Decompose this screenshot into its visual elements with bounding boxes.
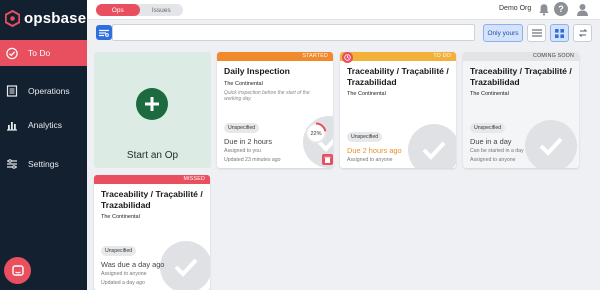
start-availability-text: Can be started in a day — [470, 148, 524, 154]
sidebar: opsbase To Do Operations Analytics Setti… — [0, 0, 87, 290]
status-bar: COMING SOON — [463, 52, 579, 61]
delete-button[interactable] — [322, 154, 333, 165]
sidebar-item-label: To Do — [28, 48, 51, 58]
check-circle-icon — [6, 47, 18, 59]
card-title: Daily Inspection — [224, 66, 290, 76]
card-description: Quick inspection before the start of the… — [224, 89, 310, 102]
sidebar-item-label: Analytics — [28, 120, 63, 130]
grid-view-button[interactable] — [550, 24, 569, 42]
plus-icon — [136, 88, 168, 120]
priority-badge: Unspecified — [470, 123, 506, 133]
top-bar: Ops Issues Demo Org ? — [87, 0, 600, 20]
card-location: The Continental — [101, 214, 140, 220]
trash-icon — [324, 156, 331, 163]
sidebar-item-todo[interactable]: To Do — [0, 40, 87, 66]
priority-badge: Unspecified — [224, 123, 260, 133]
bell-icon[interactable] — [538, 3, 550, 16]
status-bar: STARTED — [217, 52, 333, 61]
clock-icon — [342, 52, 353, 63]
updated-text: Updated a day ago — [101, 280, 145, 286]
sidebar-item-settings[interactable]: Settings — [0, 151, 87, 177]
only-yours-button[interactable]: Only yours — [483, 24, 523, 42]
hexagon-logo-icon — [5, 9, 20, 27]
help-icon[interactable]: ? — [554, 2, 568, 16]
chart-icon — [6, 119, 18, 131]
filter-button[interactable] — [96, 25, 112, 40]
op-card-traceability-missed[interactable]: MISSED Traceability / Traçabilité / Traz… — [94, 175, 210, 290]
card-location: The Continental — [224, 80, 263, 87]
list-view-icon — [531, 29, 542, 37]
assigned-text: Assigned to anyone — [347, 157, 393, 163]
swap-icon — [578, 29, 587, 37]
sidebar-item-label: Operations — [28, 86, 70, 96]
assigned-text: Assigned to anyone — [470, 157, 516, 163]
op-card-traceability-todo[interactable]: TO DO Traceability / Traçabilité / Traza… — [340, 52, 456, 168]
sidebar-item-operations[interactable]: Operations — [0, 78, 87, 104]
progress-ring: 22% — [305, 122, 327, 144]
assigned-text: Assigned to anyone — [101, 271, 147, 277]
due-text: Due in 2 hours — [224, 137, 273, 146]
user-icon[interactable] — [576, 3, 589, 16]
updated-text: Updated 23 minutes ago — [224, 157, 281, 163]
assigned-text: Assigned to you — [224, 148, 261, 154]
check-circle-icon — [408, 124, 456, 168]
list-view-button[interactable] — [527, 24, 546, 42]
op-card-traceability-coming-soon[interactable]: COMING SOON Traceability / Traçabilité /… — [463, 52, 579, 168]
list-icon — [6, 85, 18, 97]
grid-view-icon — [555, 28, 564, 38]
search-input[interactable] — [112, 24, 475, 41]
card-title: Traceability / Traçabilité / Trazabilida… — [347, 66, 449, 87]
brand-logo[interactable]: opsbase — [5, 8, 86, 28]
progress-label: 22% — [310, 131, 321, 137]
card-title: Traceability / Traçabilité / Trazabilida… — [470, 66, 572, 87]
tab-ops[interactable]: Ops — [96, 4, 140, 16]
check-circle-icon — [160, 241, 210, 290]
filter-icon — [99, 29, 109, 37]
op-card-daily-inspection[interactable]: STARTED Daily Inspection The Continental… — [217, 52, 333, 168]
priority-badge: Unspecified — [101, 246, 137, 256]
card-location: The Continental — [470, 91, 509, 97]
card-title: Traceability / Traçabilité / Trazabilida… — [101, 189, 203, 210]
due-text: Due in a day — [470, 137, 512, 146]
due-text: Due 2 hours ago — [347, 146, 402, 155]
refresh-button[interactable] — [573, 24, 592, 42]
start-op-card[interactable]: Start an Op — [94, 52, 211, 168]
sidebar-item-analytics[interactable]: Analytics — [0, 112, 87, 138]
tab-issues[interactable]: Issues — [140, 4, 184, 16]
due-text: Was due a day ago — [101, 260, 165, 269]
status-bar: TO DO — [340, 52, 456, 61]
view-toggle: Ops Issues — [96, 4, 183, 16]
sliders-icon — [6, 158, 18, 170]
priority-badge: Unspecified — [347, 132, 383, 142]
sidebar-item-label: Settings — [28, 159, 59, 169]
check-circle-icon — [525, 120, 577, 168]
org-name[interactable]: Demo Org — [499, 5, 531, 12]
card-location: The Continental — [347, 91, 386, 97]
support-chat-button[interactable] — [4, 257, 31, 284]
chat-bubble-icon — [11, 264, 24, 276]
status-bar: MISSED — [94, 175, 210, 184]
start-op-label: Start an Op — [126, 150, 179, 161]
brand-name: opsbase — [24, 9, 87, 27]
